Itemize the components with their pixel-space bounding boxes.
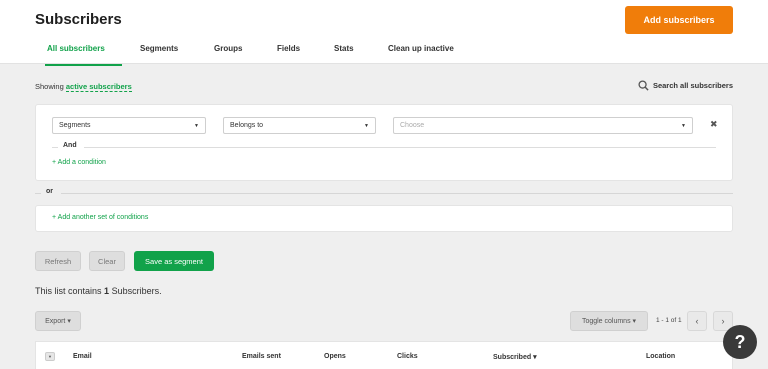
pagination-text: 1 - 1 of 1 [656, 317, 682, 324]
export-button[interactable]: Export ▾ [35, 311, 81, 331]
divider [84, 147, 716, 148]
or-label: or [46, 188, 53, 195]
tab-segments[interactable]: Segments [140, 40, 194, 65]
column-email[interactable]: Email [73, 353, 92, 360]
tab-clean-up-inactive[interactable]: Clean up inactive [388, 40, 468, 65]
help-button[interactable]: ? [723, 325, 757, 359]
search-label: Search all subscribers [652, 81, 733, 90]
divider [52, 147, 58, 148]
chevron-down-icon: ▼ [681, 123, 686, 129]
search-all-subscribers[interactable]: Search all subscribers [638, 80, 733, 91]
subscriber-count: 1 [104, 286, 110, 296]
and-label: And [63, 142, 77, 149]
count-prefix: This list contains [35, 286, 102, 296]
column-emails-sent[interactable]: Emails sent [242, 353, 281, 360]
page-title: Subscribers [35, 11, 122, 28]
page-header: Subscribers Add subscribers All subscrib… [0, 0, 768, 66]
condition-set-card: Segments ▼ Belongs to ▼ Choose ▼ ✖ And +… [35, 104, 733, 181]
chevron-down-icon: ▼ [194, 123, 199, 129]
add-subscribers-button[interactable]: Add subscribers [625, 6, 733, 34]
question-mark-icon: ? [734, 331, 746, 352]
tab-groups[interactable]: Groups [214, 40, 257, 65]
tab-fields[interactable]: Fields [277, 40, 314, 65]
chevron-left-icon: ‹ [695, 316, 699, 326]
clear-button[interactable]: Clear [89, 251, 125, 271]
showing-prefix: Showing [35, 82, 64, 91]
table-header: ▼ Email Emails sent Opens Clicks Subscri… [35, 341, 733, 369]
save-as-segment-button[interactable]: Save as segment [134, 251, 214, 271]
remove-condition-icon[interactable]: ✖ [710, 119, 718, 130]
subscriber-count-text: This list contains 1 Subscribers. [35, 286, 162, 296]
column-opens[interactable]: Opens [324, 353, 346, 360]
active-subscribers-link[interactable]: active subscribers [65, 82, 132, 92]
add-set-card: + Add another set of conditions [35, 205, 733, 232]
refresh-button[interactable]: Refresh [35, 251, 81, 271]
condition-value-placeholder: Choose [400, 122, 425, 129]
condition-operator-value: Belongs to [230, 122, 264, 129]
or-separator: or [35, 188, 733, 198]
column-subscribed[interactable]: Subscribed ▾ [493, 353, 537, 361]
add-condition-set-link[interactable]: + Add another set of conditions [52, 214, 148, 221]
tab-stats[interactable]: Stats [334, 40, 368, 65]
toggle-columns-button[interactable]: Toggle columns ▾ [570, 311, 648, 331]
and-separator: And [52, 142, 716, 152]
chevron-right-icon: › [721, 316, 725, 326]
condition-operator-select[interactable]: Belongs to ▼ [223, 117, 376, 134]
previous-page-button[interactable]: ‹ [687, 311, 707, 331]
showing-filter-text: Showing active subscribers [35, 82, 132, 92]
condition-field-select[interactable]: Segments ▼ [52, 117, 206, 134]
divider [35, 193, 41, 194]
add-condition-link[interactable]: + Add a condition [52, 159, 106, 166]
search-icon [638, 80, 649, 91]
tab-all-subscribers[interactable]: All subscribers [45, 40, 122, 66]
count-suffix: Subscribers. [111, 286, 162, 296]
tab-bar: All subscribers Segments Groups Fields S… [35, 40, 468, 66]
condition-field-value: Segments [59, 122, 91, 129]
chevron-down-icon: ▼ [364, 123, 369, 129]
column-location[interactable]: Location [646, 353, 675, 360]
select-all-checkbox[interactable]: ▼ [45, 352, 55, 361]
condition-value-select[interactable]: Choose ▼ [393, 117, 693, 134]
column-clicks[interactable]: Clicks [397, 353, 418, 360]
divider [61, 193, 733, 194]
